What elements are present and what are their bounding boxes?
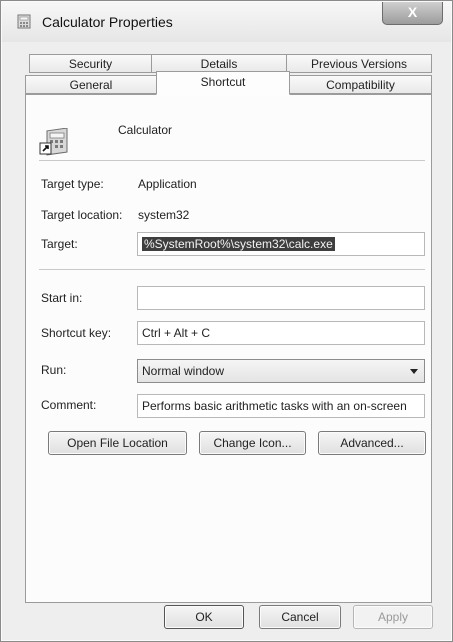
app-name: Calculator	[118, 123, 173, 137]
button-label: Apply	[377, 610, 409, 624]
target-input[interactable]: %SystemRoot%\system32\calc.exe	[137, 232, 425, 256]
shortcut-key-value: Ctrl + Alt + C	[142, 326, 211, 340]
button-label: Advanced...	[340, 436, 404, 450]
tab-label: Shortcut	[200, 75, 246, 89]
advanced-button[interactable]: Advanced...	[318, 431, 426, 455]
tab-shortcut[interactable]: Shortcut	[156, 71, 290, 95]
run-label: Run:	[41, 363, 67, 377]
button-label: Cancel	[281, 610, 319, 624]
tab-compatibility[interactable]: Compatibility	[289, 75, 432, 94]
calculator-icon	[17, 14, 31, 29]
target-value: %SystemRoot%\system32\calc.exe	[142, 237, 335, 251]
apply-button[interactable]: Apply	[353, 605, 433, 629]
tab-label: Previous Versions	[310, 57, 408, 71]
chevron-down-icon	[410, 369, 418, 374]
run-value: Normal window	[142, 364, 225, 378]
shortcut-key-input[interactable]: Ctrl + Alt + C	[137, 321, 425, 345]
start-in-label: Start in:	[41, 291, 83, 305]
calculator-shortcut-icon	[39, 128, 68, 156]
tab-previous-versions[interactable]: Previous Versions	[286, 54, 432, 73]
button-label: OK	[195, 610, 213, 624]
window-title: Calculator Properties	[42, 14, 173, 30]
title-bar[interactable]: Calculator Properties X	[2, 2, 451, 42]
shortcut-key-label: Shortcut key:	[41, 326, 112, 340]
close-icon: X	[407, 4, 418, 20]
cancel-button[interactable]: Cancel	[259, 605, 341, 629]
target-label: Target:	[41, 237, 78, 251]
comment-value: Performs basic arithmetic tasks with an …	[142, 399, 407, 413]
button-label: Change Icon...	[213, 436, 292, 450]
target-type-label: Target type:	[41, 177, 104, 191]
divider	[39, 160, 425, 161]
start-in-input[interactable]	[137, 286, 425, 310]
change-icon-button[interactable]: Change Icon...	[199, 431, 306, 455]
tab-label: Compatibility	[326, 78, 395, 92]
tab-security[interactable]: Security	[29, 54, 152, 73]
button-label: Open File Location	[67, 436, 168, 450]
properties-window: Calculator Properties X Security Details…	[0, 0, 453, 642]
tab-label: Details	[200, 57, 238, 71]
shortcut-panel	[25, 94, 432, 603]
comment-label: Comment:	[41, 398, 97, 412]
open-file-location-button[interactable]: Open File Location	[48, 431, 187, 455]
tab-general[interactable]: General	[25, 75, 157, 94]
target-type-value: Application	[138, 177, 197, 191]
tab-label: General	[69, 78, 113, 92]
close-button[interactable]: X	[382, 2, 443, 25]
run-select[interactable]: Normal window	[137, 359, 425, 383]
divider	[39, 269, 425, 270]
target-location-label: Target location:	[41, 208, 123, 222]
target-location-value: system32	[138, 208, 190, 222]
tab-label: Security	[68, 57, 113, 71]
ok-button[interactable]: OK	[164, 605, 244, 629]
comment-input[interactable]: Performs basic arithmetic tasks with an …	[137, 394, 425, 418]
